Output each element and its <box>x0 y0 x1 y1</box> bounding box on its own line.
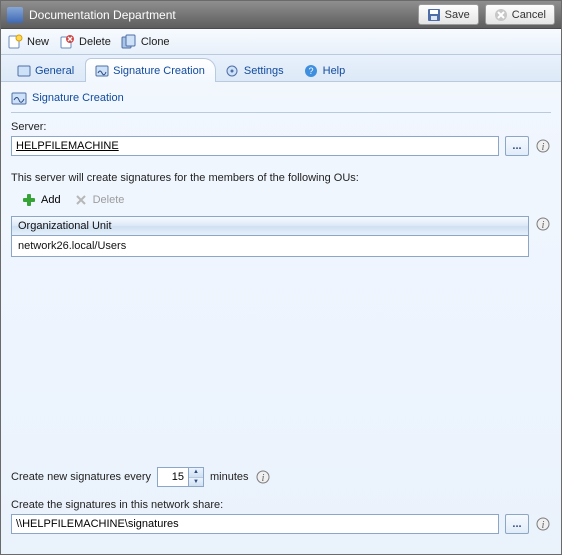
tab-help-label: Help <box>323 65 346 77</box>
help-icon: ? <box>304 63 319 78</box>
server-browse-button[interactable]: ... <box>505 136 529 156</box>
remove-icon <box>73 192 89 208</box>
tabstrip: General Signature Creation Settings ? He… <box>1 55 561 82</box>
ou-add-label: Add <box>41 194 61 206</box>
add-icon <box>21 192 37 208</box>
svg-text:i: i <box>542 520 545 531</box>
titlebar: Documentation Department Save Cancel <box>1 1 561 29</box>
svg-text:i: i <box>542 142 545 153</box>
interval-suffix: minutes <box>210 471 249 483</box>
share-browse-button[interactable]: ... <box>505 514 529 534</box>
toolbar: New Delete Clone <box>1 29 561 55</box>
save-button[interactable]: Save <box>418 4 479 25</box>
section-title: Signature Creation <box>32 92 124 104</box>
delete-label: Delete <box>79 36 111 48</box>
clone-icon <box>121 34 137 50</box>
tab-settings[interactable]: Settings <box>216 58 295 82</box>
section-divider <box>11 112 551 113</box>
save-icon <box>427 8 441 22</box>
share-input[interactable] <box>11 514 499 534</box>
svg-text:?: ? <box>309 66 314 76</box>
server-row: ... i <box>11 136 551 156</box>
new-label: New <box>27 36 49 48</box>
ou-description: This server will create signatures for t… <box>11 172 551 184</box>
ou-table-body[interactable]: network26.local/Users <box>12 236 528 256</box>
svg-text:i: i <box>261 473 264 484</box>
svg-text:i: i <box>542 220 545 231</box>
delete-button[interactable]: Delete <box>59 34 111 50</box>
interval-spinner[interactable]: ▲ ▼ <box>157 467 204 487</box>
clone-button[interactable]: Clone <box>121 34 170 50</box>
share-info-icon[interactable]: i <box>535 516 551 532</box>
window-title: Documentation Department <box>29 8 412 22</box>
tab-signature-creation-label: Signature Creation <box>113 65 205 77</box>
server-label: Server: <box>11 121 551 133</box>
ou-column-header[interactable]: Organizational Unit <box>12 217 528 236</box>
cancel-icon <box>494 8 508 22</box>
ou-table: Organizational Unit network26.local/User… <box>11 216 529 257</box>
ou-info-icon[interactable]: i <box>535 216 551 232</box>
interval-down[interactable]: ▼ <box>189 478 203 487</box>
server-info-icon[interactable]: i <box>535 138 551 154</box>
interval-prefix: Create new signatures every <box>11 471 151 483</box>
tab-general-label: General <box>35 65 74 77</box>
clone-label: Clone <box>141 36 170 48</box>
new-button[interactable]: New <box>7 34 49 50</box>
window-root: Documentation Department Save Cancel New <box>0 0 562 555</box>
ou-toolbar: Add Delete <box>11 188 551 212</box>
new-icon <box>7 34 23 50</box>
tab-settings-label: Settings <box>244 65 284 77</box>
general-icon <box>16 63 31 78</box>
interval-up[interactable]: ▲ <box>189 468 203 478</box>
section-icon <box>11 90 27 106</box>
interval-row: Create new signatures every ▲ ▼ minutes … <box>11 467 551 487</box>
ou-delete-label: Delete <box>93 194 125 206</box>
share-label: Create the signatures in this network sh… <box>11 499 551 511</box>
interval-input[interactable] <box>158 468 188 486</box>
signature-icon <box>94 63 109 78</box>
content-area: Signature Creation Server: ... i This se… <box>1 82 561 554</box>
tab-help[interactable]: ? Help <box>295 58 357 82</box>
delete-icon <box>59 34 75 50</box>
ou-delete-button[interactable]: Delete <box>73 192 125 208</box>
share-row: ... i <box>11 514 551 534</box>
ou-add-button[interactable]: Add <box>21 192 61 208</box>
server-input[interactable] <box>11 136 499 156</box>
settings-icon <box>225 63 240 78</box>
section-header: Signature Creation <box>11 88 551 112</box>
app-icon <box>7 7 23 23</box>
ou-table-wrap: Organizational Unit network26.local/User… <box>11 216 551 451</box>
save-label: Save <box>445 9 470 21</box>
interval-info-icon[interactable]: i <box>255 469 271 485</box>
tab-general[interactable]: General <box>7 58 85 82</box>
cancel-button[interactable]: Cancel <box>485 4 555 25</box>
ou-row[interactable]: network26.local/Users <box>12 238 528 254</box>
cancel-label: Cancel <box>512 9 546 21</box>
tab-signature-creation[interactable]: Signature Creation <box>85 58 216 82</box>
